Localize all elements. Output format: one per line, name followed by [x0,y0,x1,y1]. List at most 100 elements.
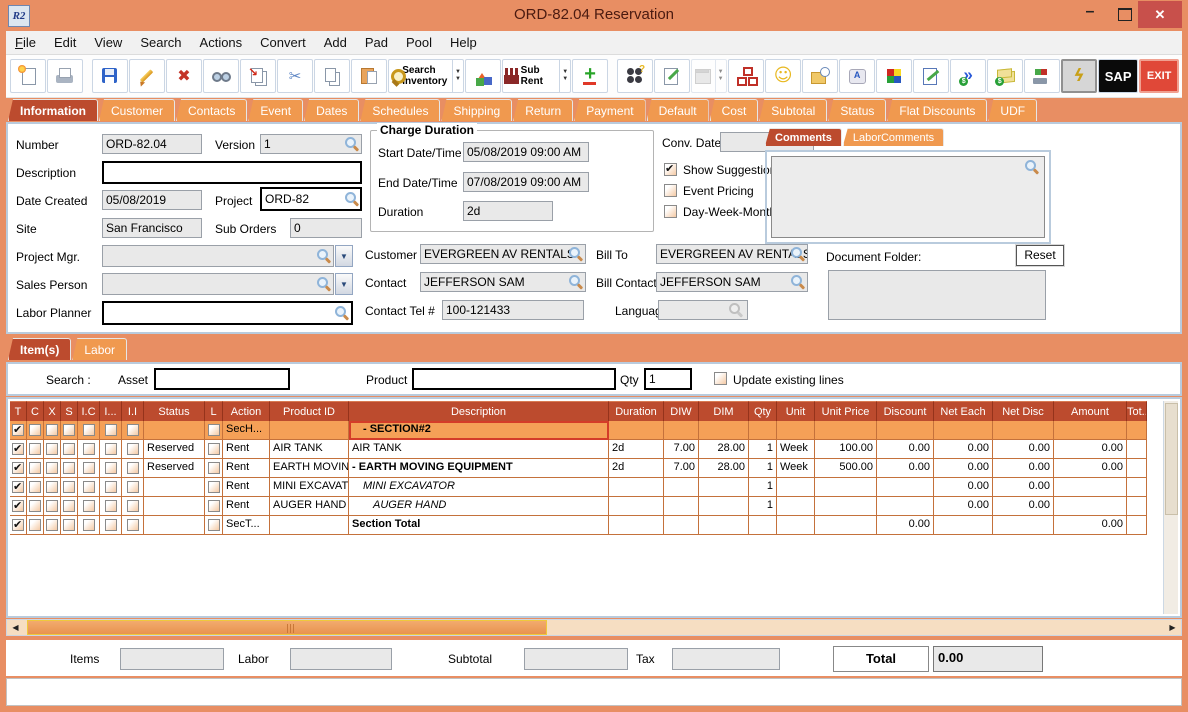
cell-unit[interactable] [777,516,815,535]
cell-product_id[interactable] [270,421,349,440]
menu-help[interactable]: Help [441,31,486,54]
labor-planner-lookup-icon[interactable] [334,305,350,321]
cell-net_each[interactable] [934,421,993,440]
sales-person-dropdown[interactable]: ▼ [335,273,353,295]
cell-tot[interactable] [1127,459,1147,478]
cell-action[interactable]: SecH... [223,421,270,440]
column-header-qty[interactable]: Qty [749,401,777,421]
cell-tot[interactable] [1127,516,1147,535]
row-checkbox-i-i[interactable] [127,481,139,493]
folder-clock-button[interactable] [802,59,838,93]
menu-convert[interactable]: Convert [251,31,315,54]
cell-dim[interactable] [699,478,749,497]
cell-amount[interactable] [1054,497,1127,516]
row-checkbox-x[interactable] [46,443,58,455]
cell-qty[interactable]: 1 [749,459,777,478]
document-folder-field[interactable] [828,270,1046,320]
row-checkbox-i-c[interactable] [83,500,95,512]
table-row[interactable]: SecT...Section Total0.000.00 [10,516,1147,535]
cell-duration[interactable] [609,421,664,440]
scroll-right-arrow[interactable]: ▶ [1165,620,1180,635]
cell-product_id[interactable] [270,516,349,535]
asset-input[interactable] [154,368,290,390]
cell-status[interactable] [144,497,205,516]
column-header-unit-price[interactable]: Unit Price [815,401,877,421]
tab-event[interactable]: Event [248,99,303,121]
row-checkbox-s[interactable] [63,443,75,455]
table-row[interactable]: ReservedRentEARTH MOVIN...- EARTH MOVING… [10,459,1147,478]
cell-qty[interactable]: 1 [749,478,777,497]
horizontal-scrollbar-thumb[interactable] [27,620,547,635]
table-row[interactable]: SecH... - SECTION#2 [10,421,1147,440]
copy-button[interactable] [314,59,350,93]
row-checkbox-t[interactable] [12,462,24,474]
cell-discount[interactable]: 0.00 [877,516,934,535]
cell-action[interactable]: SecT... [223,516,270,535]
tab-information[interactable]: Information [8,99,98,121]
show-suggestions-checkbox[interactable] [664,163,677,176]
row-checkbox-c[interactable] [29,519,41,531]
tab-item-s[interactable]: Item(s) [8,338,71,360]
qty-input[interactable] [644,368,692,390]
tab-customer[interactable]: Customer [99,99,175,121]
cell-status[interactable] [144,478,205,497]
cell-action[interactable]: Rent [223,478,270,497]
cell-amount[interactable]: 0.00 [1054,440,1127,459]
cell-dim[interactable]: 28.00 [699,459,749,478]
cell-diw[interactable]: 7.00 [664,440,699,459]
column-header-i[interactable]: I... [100,401,122,421]
close-button[interactable]: ✕ [1138,1,1182,28]
cell-net_disc[interactable]: 0.00 [993,497,1054,516]
column-header-amount[interactable]: Amount [1054,401,1127,421]
row-checkbox-l[interactable] [208,481,220,493]
sales-person-field[interactable] [102,273,334,295]
cell-unit[interactable] [777,421,815,440]
cell-duration[interactable]: 2d [609,459,664,478]
project-mgr-dropdown[interactable]: ▼ [335,245,353,267]
cell-net_each[interactable] [934,516,993,535]
row-checkbox-i[interactable] [105,443,117,455]
column-header-description[interactable]: Description [349,401,609,421]
cell-status[interactable] [144,516,205,535]
cell-qty[interactable]: 1 [749,440,777,459]
sales-person-lookup-icon[interactable] [316,276,332,292]
duration-field[interactable]: 2d [463,201,553,221]
tab-schedules[interactable]: Schedules [360,99,440,121]
cell-description[interactable]: AUGER HAND [349,497,609,516]
column-header-dim[interactable]: DIM [699,401,749,421]
row-checkbox-i-i[interactable] [127,424,139,436]
cell-discount[interactable]: 0.00 [877,459,934,478]
table-row[interactable]: RentAUGER HANDAUGER HAND10.000.00 [10,497,1147,516]
keyboard-button[interactable] [839,59,875,93]
smiley-button[interactable] [765,59,801,93]
cell-description[interactable]: AIR TANK [349,440,609,459]
cell-tot[interactable] [1127,478,1147,497]
row-checkbox-l[interactable] [208,519,220,531]
print-button[interactable] [47,59,83,93]
sap-button[interactable]: SAP [1098,59,1138,93]
row-checkbox-l[interactable] [208,500,220,512]
cell-description[interactable]: - SECTION#2 [349,421,609,440]
menu-actions[interactable]: Actions [191,31,252,54]
row-checkbox-x[interactable] [46,462,58,474]
cell-status[interactable] [144,421,205,440]
bill-contact-lookup-icon[interactable] [790,274,806,290]
row-checkbox-s[interactable] [63,500,75,512]
cell-dim[interactable] [699,421,749,440]
language-lookup-icon[interactable] [728,302,744,318]
cell-tot[interactable] [1127,497,1147,516]
table-vertical-scrollbar[interactable] [1163,401,1178,614]
row-checkbox-l[interactable] [208,462,220,474]
row-checkbox-t[interactable] [12,519,24,531]
row-checkbox-c[interactable] [29,481,41,493]
end-datetime-field[interactable]: 07/08/2019 09:00 AM [463,172,589,192]
tab-flat-discounts[interactable]: Flat Discounts [887,99,987,121]
new-button[interactable] [10,59,46,93]
row-checkbox-i-i[interactable] [127,519,139,531]
table-horizontal-scrollbar[interactable]: ◀ ▶ [6,619,1182,636]
cell-net_each[interactable]: 0.00 [934,478,993,497]
comments-lookup-icon[interactable] [1024,159,1040,175]
money-transfer-button[interactable] [950,59,986,93]
tab-default[interactable]: Default [647,99,709,121]
row-checkbox-x[interactable] [46,519,58,531]
